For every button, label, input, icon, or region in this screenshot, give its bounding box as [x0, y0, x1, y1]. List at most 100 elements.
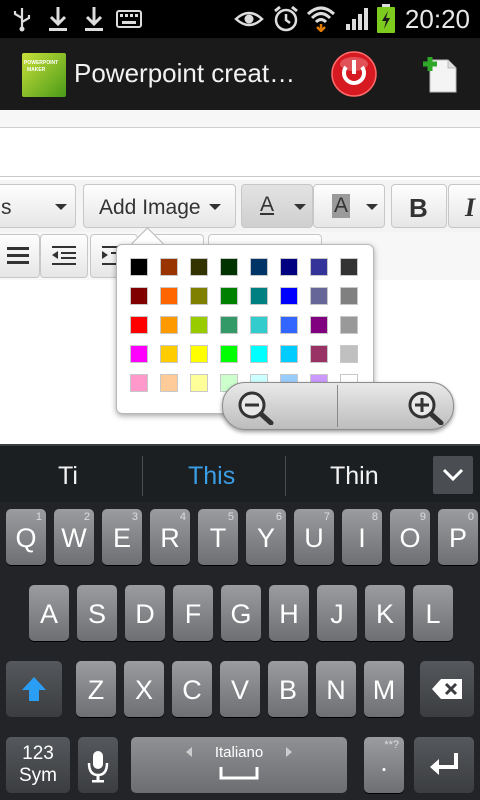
- color-swatch[interactable]: [340, 345, 358, 363]
- key-s[interactable]: S: [77, 585, 117, 641]
- background-color-button[interactable]: A: [313, 184, 385, 228]
- bold-label: B: [409, 193, 428, 223]
- color-swatch[interactable]: [190, 374, 208, 392]
- color-swatch[interactable]: [130, 345, 148, 363]
- collapse-suggestions-button[interactable]: [433, 456, 473, 494]
- color-swatch[interactable]: [220, 287, 238, 305]
- color-swatch[interactable]: [160, 316, 178, 334]
- logo-text: POWERPOINT: [24, 60, 59, 66]
- suggestion-item[interactable]: Thin: [330, 462, 379, 491]
- key-j[interactable]: J: [317, 585, 357, 641]
- italic-button[interactable]: I: [448, 184, 480, 228]
- key-o[interactable]: O9: [390, 509, 430, 565]
- editor-title-field[interactable]: [0, 110, 480, 128]
- period-key[interactable]: . **?: [364, 737, 404, 793]
- add-image-button[interactable]: Add Image: [83, 184, 236, 228]
- color-swatch[interactable]: [340, 258, 358, 276]
- key-hint: 8: [371, 511, 378, 523]
- power-icon[interactable]: [330, 50, 378, 98]
- key-h[interactable]: H: [269, 585, 309, 641]
- voice-input-key[interactable]: [78, 737, 118, 793]
- signal-icon: [346, 8, 368, 30]
- key-i[interactable]: I8: [342, 509, 382, 565]
- key-u[interactable]: U7: [294, 509, 334, 565]
- color-swatch[interactable]: [160, 374, 178, 392]
- zoom-out-icon[interactable]: [235, 389, 279, 425]
- key-label: Z: [87, 675, 105, 705]
- color-swatch[interactable]: [310, 345, 328, 363]
- color-swatch[interactable]: [130, 316, 148, 334]
- key-m[interactable]: M: [364, 661, 404, 717]
- key-r[interactable]: R4: [150, 509, 190, 565]
- key-y[interactable]: Y6: [246, 509, 286, 565]
- font-select[interactable]: s: [0, 184, 76, 228]
- key-label: W: [61, 523, 87, 553]
- chevron-down-icon: [294, 204, 306, 210]
- suggestion-item[interactable]: This: [188, 462, 235, 491]
- key-c[interactable]: C: [172, 661, 212, 717]
- color-swatch[interactable]: [310, 287, 328, 305]
- color-swatch[interactable]: [340, 316, 358, 334]
- bold-button[interactable]: B: [391, 184, 447, 228]
- backspace-key[interactable]: [420, 661, 474, 717]
- suggestion-item[interactable]: Ti: [58, 462, 78, 491]
- color-swatch[interactable]: [310, 258, 328, 276]
- new-document-icon[interactable]: [422, 56, 458, 94]
- key-k[interactable]: K: [365, 585, 405, 641]
- shift-key[interactable]: [6, 661, 62, 717]
- color-swatch[interactable]: [160, 287, 178, 305]
- color-swatch[interactable]: [220, 316, 238, 334]
- color-swatch[interactable]: [250, 316, 268, 334]
- color-swatch[interactable]: [130, 287, 148, 305]
- color-swatch[interactable]: [190, 287, 208, 305]
- key-w[interactable]: W2: [54, 509, 94, 565]
- key-label: M: [372, 675, 396, 705]
- outdent-icon: [52, 246, 76, 265]
- color-swatch[interactable]: [250, 258, 268, 276]
- bullet-list-button[interactable]: [0, 234, 40, 278]
- key-q[interactable]: Q1: [6, 509, 46, 565]
- color-swatch[interactable]: [190, 345, 208, 363]
- space-key[interactable]: Italiano: [131, 737, 347, 793]
- color-swatch[interactable]: [250, 287, 268, 305]
- symbols-key[interactable]: 123 Sym: [6, 737, 70, 793]
- key-x[interactable]: X: [124, 661, 164, 717]
- chevron-right-icon: [286, 747, 292, 757]
- key-n[interactable]: N: [316, 661, 356, 717]
- text-color-button[interactable]: A: [241, 184, 313, 228]
- key-e[interactable]: E3: [102, 509, 142, 565]
- key-l[interactable]: L: [413, 585, 453, 641]
- key-label: E: [112, 523, 131, 553]
- color-swatch[interactable]: [280, 287, 298, 305]
- key-g[interactable]: G: [221, 585, 261, 641]
- key-z[interactable]: Z: [76, 661, 116, 717]
- key-d[interactable]: D: [125, 585, 165, 641]
- color-swatch[interactable]: [220, 345, 238, 363]
- color-swatch[interactable]: [130, 374, 148, 392]
- color-swatch[interactable]: [190, 258, 208, 276]
- key-label: H: [279, 599, 299, 629]
- zoom-in-icon[interactable]: [405, 389, 449, 425]
- text-color-label: A: [260, 193, 275, 216]
- color-swatch[interactable]: [280, 258, 298, 276]
- color-swatch[interactable]: [280, 316, 298, 334]
- key-a[interactable]: A: [29, 585, 69, 641]
- color-swatch[interactable]: [190, 316, 208, 334]
- enter-key[interactable]: [414, 737, 474, 793]
- key-b[interactable]: B: [268, 661, 308, 717]
- color-swatch[interactable]: [160, 258, 178, 276]
- color-swatch[interactable]: [310, 316, 328, 334]
- color-swatch[interactable]: [280, 345, 298, 363]
- color-swatch[interactable]: [340, 287, 358, 305]
- outdent-button[interactable]: [40, 234, 88, 278]
- key-t[interactable]: T5: [198, 509, 238, 565]
- color-swatch[interactable]: [160, 345, 178, 363]
- color-swatch[interactable]: [220, 258, 238, 276]
- color-swatch[interactable]: [130, 258, 148, 276]
- key-f[interactable]: F: [173, 585, 213, 641]
- key-p[interactable]: P0: [438, 509, 478, 565]
- battery-charging-icon: [377, 4, 395, 33]
- color-swatch[interactable]: [250, 345, 268, 363]
- keyboard-icon: [116, 10, 142, 28]
- key-v[interactable]: V: [220, 661, 260, 717]
